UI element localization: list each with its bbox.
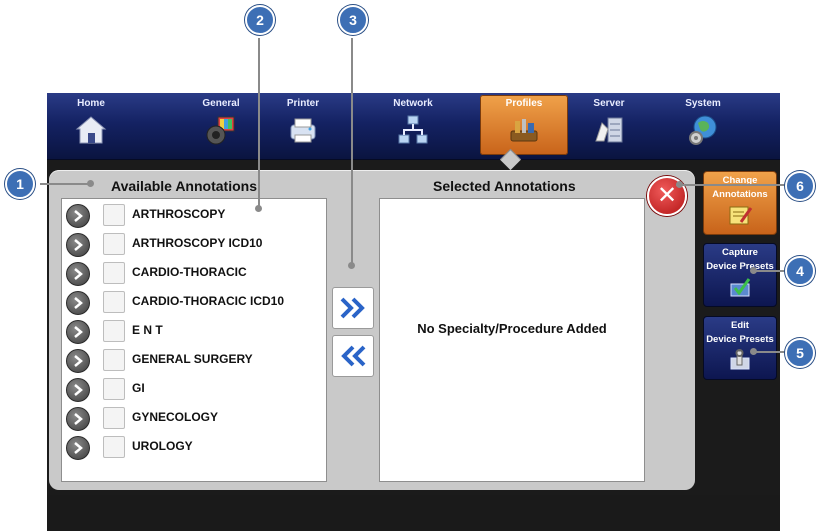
add-all-button[interactable] [332, 287, 374, 329]
annotation-checkbox[interactable] [103, 291, 125, 313]
available-annotations-list[interactable]: ARTHROSCOPY ARTHROSCOPY ICD10 CARDIO-THO… [61, 198, 327, 482]
capture-device-icon [730, 278, 751, 297]
callout-5-leader [752, 351, 788, 353]
nav-home[interactable]: Home [47, 93, 135, 159]
callout-1-dot [87, 180, 94, 187]
expand-arrow-icon[interactable] [66, 349, 90, 373]
available-annotations-title: Available Annotations [111, 178, 257, 194]
annotation-label: ARTHROSCOPY [132, 207, 226, 221]
nav-server-label: Server [593, 98, 625, 109]
capture-device-presets-button[interactable]: Capture Device Presets [703, 243, 777, 307]
list-item[interactable]: ARTHROSCOPY [66, 203, 322, 228]
callout-3: 3 [338, 5, 368, 35]
empty-selection-message: No Specialty/Procedure Added [417, 321, 607, 336]
annotation-label: GYNECOLOGY [132, 410, 219, 424]
list-item[interactable]: GI [66, 377, 322, 402]
callout-5: 5 [785, 338, 815, 368]
expand-arrow-icon[interactable] [66, 407, 90, 431]
double-chevron-left-icon [341, 345, 366, 367]
list-item[interactable]: E N T [66, 319, 322, 344]
nav-general-label: General [202, 98, 240, 109]
remove-all-button[interactable] [332, 335, 374, 377]
annotation-label: E N T [132, 323, 163, 337]
annotation-checkbox[interactable] [103, 378, 125, 400]
selected-annotations-title: Selected Annotations [433, 178, 576, 194]
nav-profiles-label: Profiles [505, 98, 543, 109]
change-annotations-line2: Annotations [712, 189, 768, 200]
nav-system-label: System [685, 98, 721, 109]
edit-presets-line1: Edit [731, 320, 749, 331]
annotation-checkbox[interactable] [103, 233, 125, 255]
nav-network[interactable]: Network [369, 93, 457, 159]
notepad-pencil-icon [729, 206, 753, 225]
callout-3-dot [348, 262, 355, 269]
callout-4-dot [750, 267, 757, 274]
callout-6-dot [676, 181, 683, 188]
callout-2-leader [258, 38, 260, 208]
annotation-checkbox[interactable] [103, 349, 125, 371]
list-item[interactable]: CARDIO-THORACIC ICD10 [66, 290, 322, 315]
callout-2-dot [255, 205, 262, 212]
list-item[interactable]: UROLOGY [66, 435, 322, 460]
annotation-label: UROLOGY [132, 439, 193, 453]
nav-profiles[interactable]: Profiles [480, 95, 568, 155]
server-icon [595, 117, 623, 143]
change-annotations-button[interactable]: Change Annotations [703, 171, 777, 235]
selected-annotations-list[interactable]: No Specialty/Procedure Added [379, 198, 645, 482]
nav-home-label: Home [77, 98, 105, 109]
annotation-label: CARDIO-THORACIC [132, 265, 247, 279]
bottom-bar [47, 495, 780, 531]
list-item[interactable]: GYNECOLOGY [66, 406, 322, 431]
edit-device-presets-button[interactable]: Edit Device Presets [703, 316, 777, 380]
nav-network-label: Network [393, 98, 433, 109]
list-item[interactable]: ARTHROSCOPY ICD10 [66, 232, 322, 257]
network-icon [398, 115, 428, 144]
top-nav-bar: Home General Printer Network Profiles Se… [47, 93, 780, 160]
expand-arrow-icon[interactable] [66, 204, 90, 228]
expand-arrow-icon[interactable] [66, 436, 90, 460]
globe-gear-icon [689, 115, 717, 145]
nav-general[interactable]: General [177, 93, 265, 159]
callout-6: 6 [785, 171, 815, 201]
callout-1: 1 [5, 169, 35, 199]
callout-3-leader [351, 38, 353, 266]
annotation-checkbox[interactable] [103, 204, 125, 226]
tools-icon [510, 119, 538, 142]
annotation-checkbox[interactable] [103, 407, 125, 429]
nav-server[interactable]: Server [565, 93, 653, 159]
nav-system[interactable]: System [659, 93, 747, 159]
capture-presets-line1: Capture [722, 247, 758, 258]
callout-5-dot [750, 348, 757, 355]
annotation-label: GENERAL SURGERY [132, 352, 253, 366]
callout-4: 4 [785, 256, 815, 286]
annotation-label: GI [132, 381, 145, 395]
list-item[interactable]: CARDIO-THORACIC [66, 261, 322, 286]
edit-presets-line2: Device Presets [706, 334, 774, 345]
annotation-checkbox[interactable] [103, 320, 125, 342]
callout-1-leader [40, 183, 90, 185]
expand-arrow-icon[interactable] [66, 320, 90, 344]
list-item[interactable]: GENERAL SURGERY [66, 348, 322, 373]
annotation-label: CARDIO-THORACIC ICD10 [132, 294, 285, 308]
nav-printer-label: Printer [286, 98, 320, 109]
annotation-checkbox[interactable] [103, 436, 125, 458]
callout-2: 2 [245, 5, 275, 35]
annotation-label: ARTHROSCOPY ICD10 [132, 236, 263, 250]
expand-arrow-icon[interactable] [66, 291, 90, 315]
nav-printer[interactable]: Printer [259, 93, 347, 159]
callout-4-leader [752, 270, 788, 272]
house-icon [75, 116, 107, 144]
annotation-checkbox[interactable] [103, 262, 125, 284]
callout-6-leader [676, 184, 788, 186]
annotations-panel: Available Annotations Selected Annotatio… [49, 170, 695, 490]
double-chevron-right-icon [340, 297, 365, 319]
speaker-monitor-icon [206, 116, 235, 145]
expand-arrow-icon[interactable] [66, 233, 90, 257]
expand-arrow-icon[interactable] [66, 378, 90, 402]
expand-arrow-icon[interactable] [66, 262, 90, 286]
printer-icon [290, 118, 316, 143]
